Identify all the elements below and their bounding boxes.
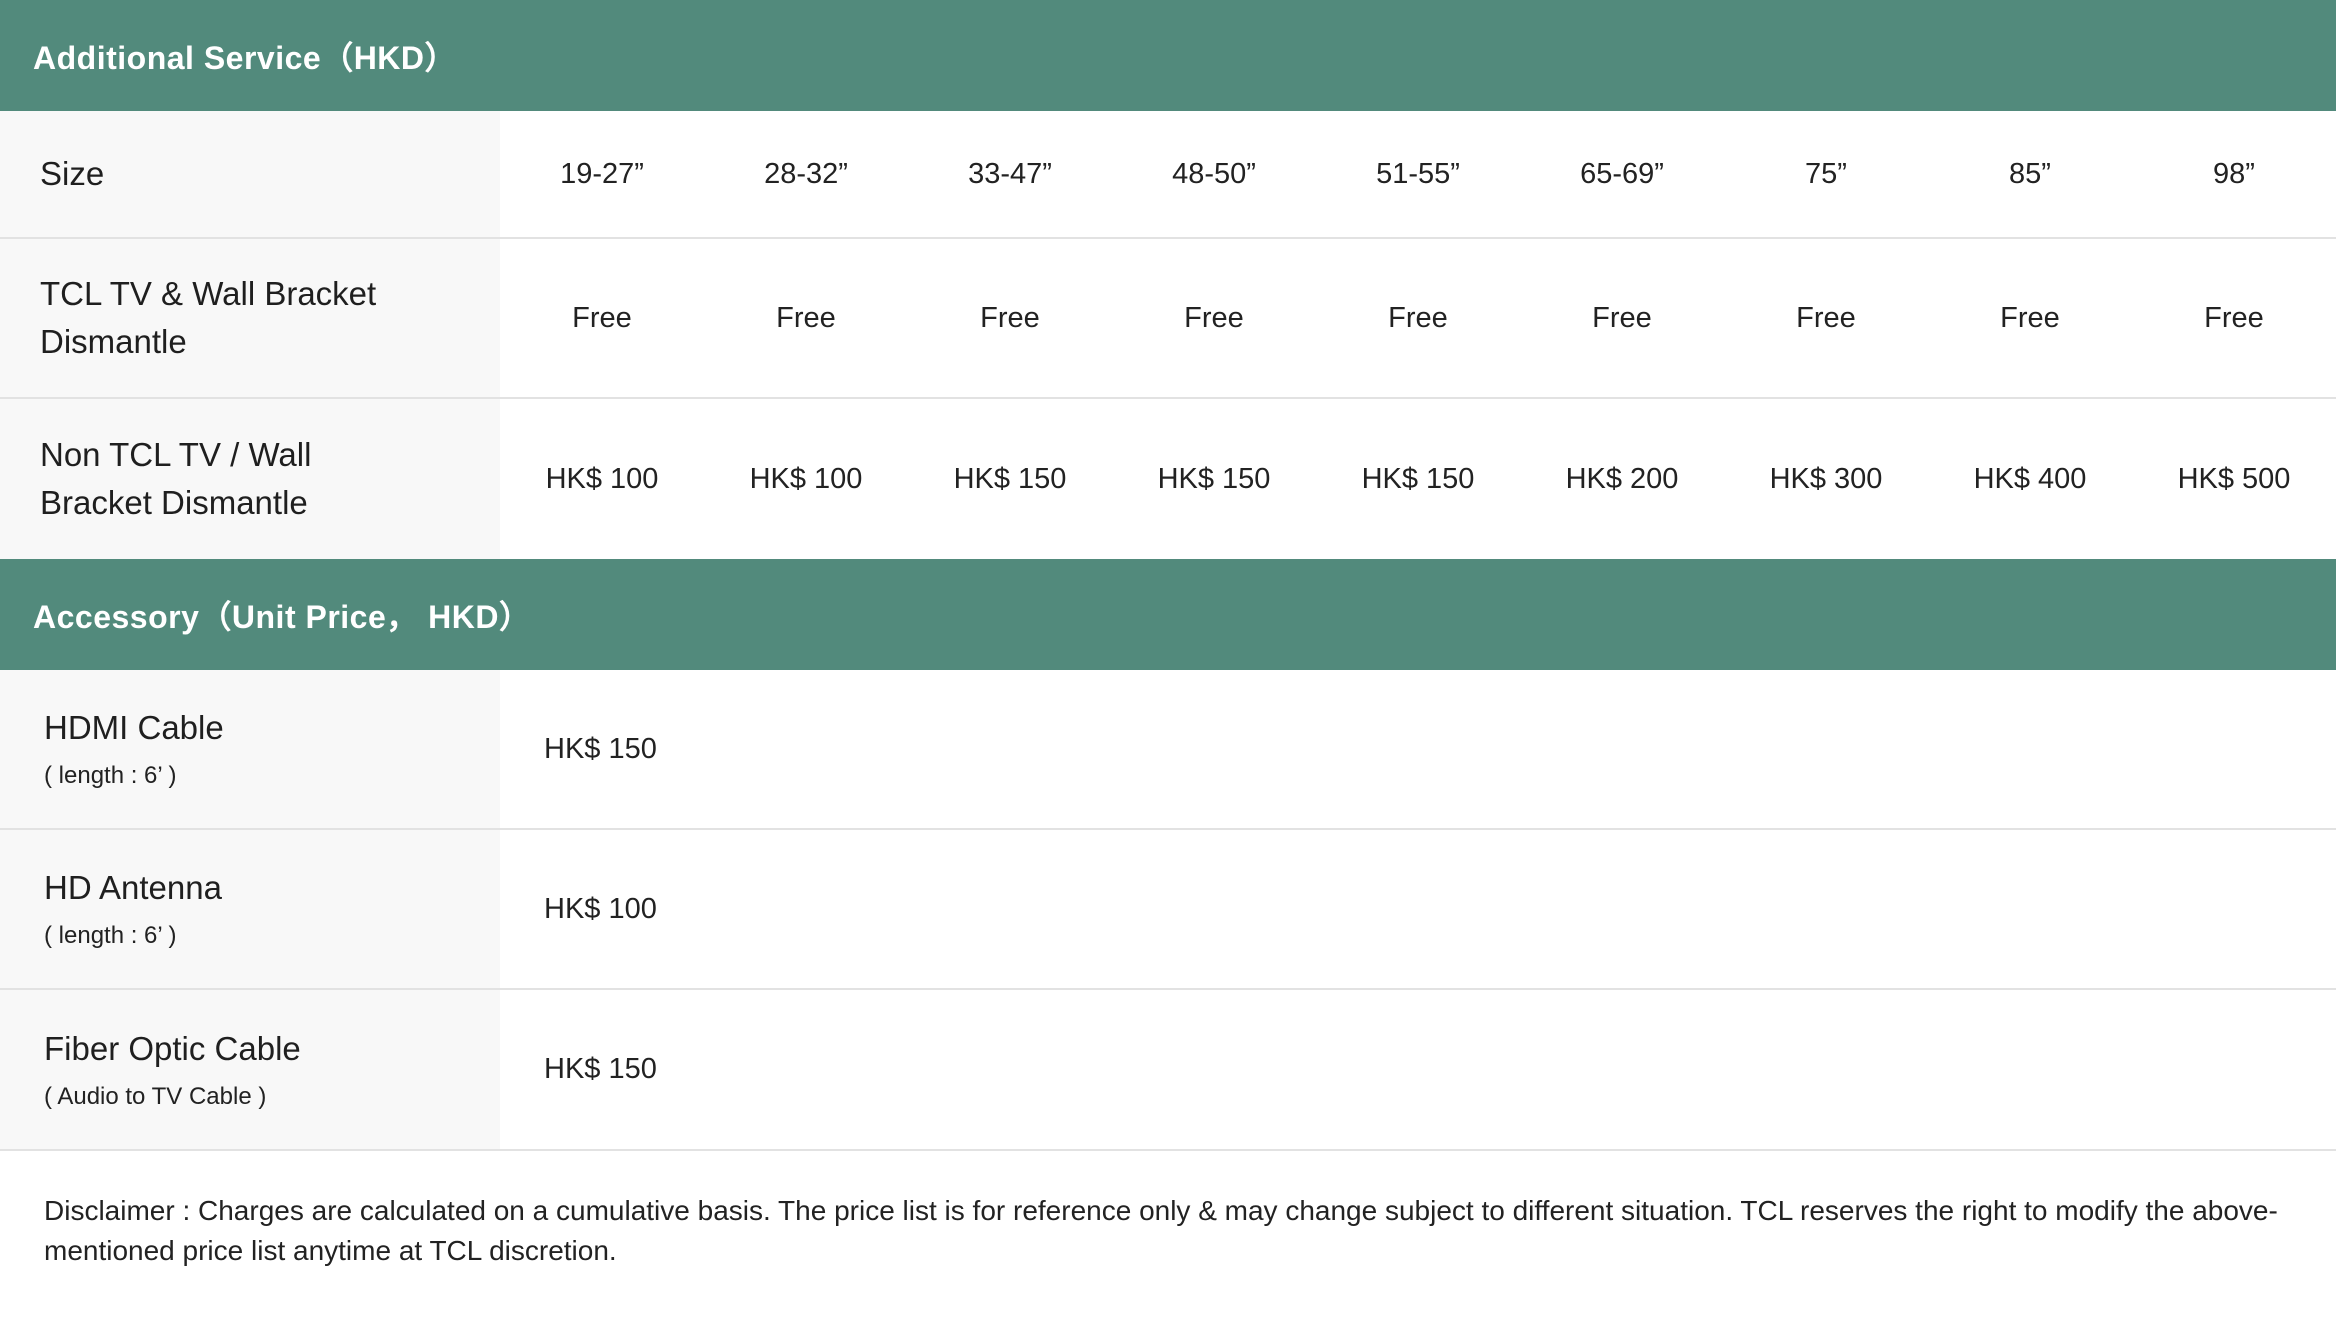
price-cells: HK$ 100 HK$ 100 HK$ 150 HK$ 150 HK$ 150 … (500, 399, 2336, 559)
price-cell: HK$ 150 (953, 462, 1067, 495)
list-item: HD Antenna ( length : 6’ ) HK$ 100 (0, 830, 2336, 990)
size-label-cell: Size (0, 111, 500, 237)
accessory-name: Fiber Optic Cable (44, 1029, 301, 1067)
price-cell: HK$ 100 (749, 462, 863, 495)
accessory-price: HK$ 100 (544, 892, 657, 925)
size-cell: 65-69” (1580, 157, 1664, 190)
size-row: Size 19-27” 28-32” 33-47” 48-50” 51-55” … (0, 111, 2336, 239)
size-cell: 75” (1805, 157, 1847, 190)
accessory-header: Accessory（Unit Price， HKD） (0, 559, 2336, 670)
additional-service-header: Additional Service（HKD） (0, 0, 2336, 111)
price-cell: Free (2204, 301, 2264, 334)
size-cell: 51-55” (1376, 157, 1460, 190)
disclaimer-text: Disclaimer : Charges are calculated on a… (44, 1195, 2278, 1266)
price-cell: HK$ 200 (1565, 462, 1679, 495)
table-row: Non TCL TV / Wall Bracket Dismantle HK$ … (0, 399, 2336, 559)
price-cell: Free (1796, 301, 1856, 334)
row-label-cell: Non TCL TV / Wall Bracket Dismantle (0, 399, 500, 559)
additional-service-title: Additional Service（HKD） (33, 39, 458, 76)
table-row: TCL TV & Wall Bracket Dismantle Free Fre… (0, 239, 2336, 399)
size-cells: 19-27” 28-32” 33-47” 48-50” 51-55” 65-69… (500, 111, 2336, 237)
price-cell: Free (1388, 301, 1448, 334)
size-cell: 33-47” (968, 157, 1052, 190)
price-cell: HK$ 400 (1973, 462, 2087, 495)
row-label-cell: TCL TV & Wall Bracket Dismantle (0, 239, 500, 397)
size-cell: 48-50” (1172, 157, 1256, 190)
accessory-price: HK$ 150 (544, 1053, 657, 1085)
accessory-label-cell: HD Antenna ( length : 6’ ) (0, 830, 500, 988)
accessory-label-cell: Fiber Optic Cable ( Audio to TV Cable ) (0, 990, 500, 1149)
accessory-price: HK$ 150 (544, 732, 657, 765)
price-cell: HK$ 150 (1361, 462, 1475, 495)
price-cell: HK$ 500 (2177, 462, 2291, 495)
price-cell: Free (776, 301, 836, 334)
price-cell: Free (572, 301, 632, 334)
size-label: Size (40, 155, 105, 192)
accessory-label-cell: HDMI Cable ( length : 6’ ) (0, 670, 500, 828)
accessory-note: ( length : 6’ ) (44, 762, 177, 789)
price-cell: HK$ 300 (1769, 462, 1883, 495)
size-cell: 19-27” (560, 157, 644, 190)
list-item: Fiber Optic Cable ( Audio to TV Cable ) … (0, 990, 2336, 1151)
price-cell: HK$ 150 (1157, 462, 1271, 495)
accessory-name: HD Antenna (44, 869, 222, 906)
size-cell: 85” (2009, 157, 2051, 190)
size-cell: 28-32” (764, 157, 848, 190)
price-cell: Free (1592, 301, 1652, 334)
list-item: HDMI Cable ( length : 6’ ) HK$ 150 (0, 670, 2336, 830)
price-cells: Free Free Free Free Free Free Free Free … (500, 239, 2336, 397)
row-label: TCL TV & Wall Bracket Dismantle (40, 275, 377, 360)
price-cell: Free (980, 301, 1040, 334)
accessory-title: Accessory（Unit Price， HKD） (33, 598, 532, 635)
price-cell: HK$ 100 (545, 462, 659, 495)
accessory-note: ( Audio to TV Cable ) (44, 1082, 267, 1110)
accessory-name: HDMI Cable (44, 709, 224, 746)
price-list-page: Additional Service（HKD） Size 19-27” 28-3… (0, 0, 2336, 1320)
accessory-note: ( length : 6’ ) (44, 922, 177, 949)
price-cell: Free (2000, 301, 2060, 334)
row-label: Non TCL TV / Wall Bracket Dismantle (40, 436, 312, 521)
size-cell: 98” (2213, 157, 2255, 190)
price-cell: Free (1184, 301, 1244, 334)
